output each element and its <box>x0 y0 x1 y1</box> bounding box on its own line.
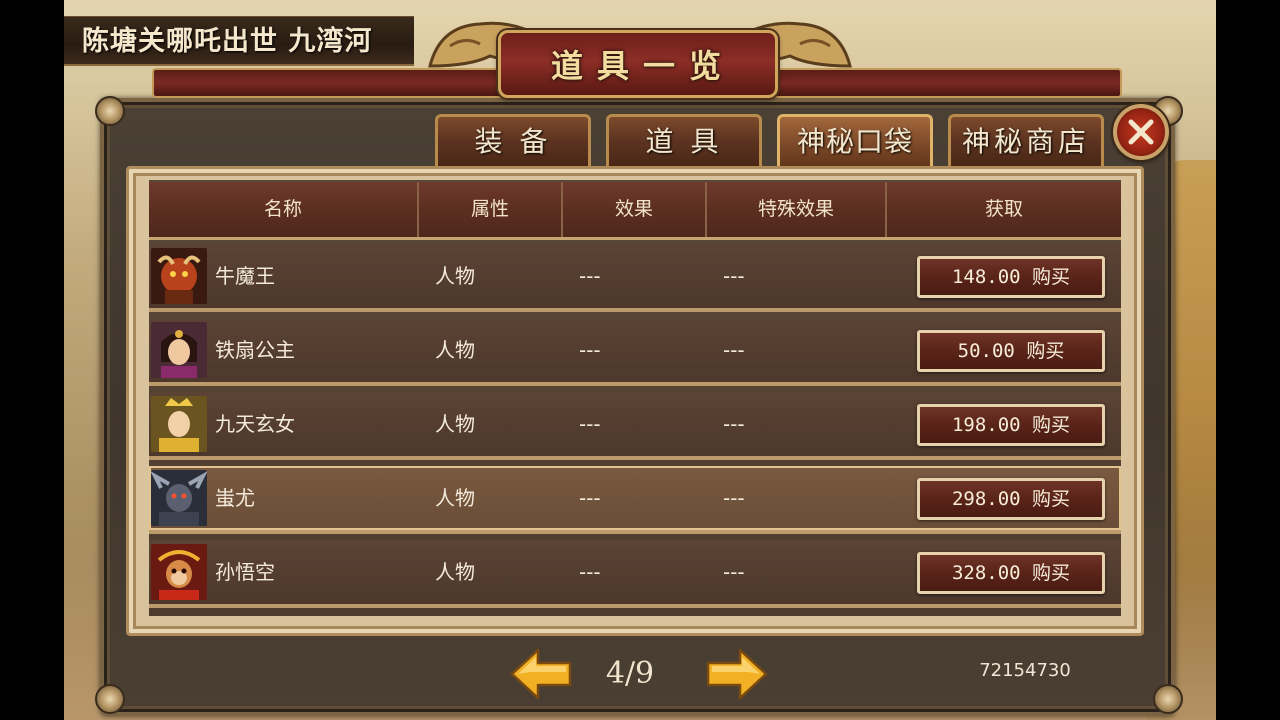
item-effect: --- <box>579 338 601 362</box>
nine-heavens-maiden-portrait <box>151 396 207 452</box>
window-title-plaque: 道具一览 <box>498 30 778 98</box>
item-special-effect: --- <box>723 560 745 584</box>
item-attribute: 人物 <box>435 264 475 288</box>
scene-title: 陈塘关哪吒出世 九湾河 <box>64 16 414 66</box>
table-row[interactable]: 牛魔王 人物 --- --- 148.00 购买 <box>149 244 1121 312</box>
price-label: 50.00 <box>957 340 1015 362</box>
item-attribute: 人物 <box>435 486 475 510</box>
buy-label: 购买 <box>1032 562 1071 584</box>
item-name: 九天玄女 <box>215 412 295 436</box>
bull-demon-king-portrait <box>151 248 207 304</box>
buy-button[interactable]: 148.00 购买 <box>917 256 1105 298</box>
table-row-selected[interactable]: 蚩尤 人物 --- --- 298.00 购买 <box>149 466 1121 534</box>
item-name: 蚩尤 <box>215 486 255 510</box>
tab-mystery-bag[interactable]: 神秘口袋 <box>777 114 933 166</box>
column-header-special-effect: 特殊效果 <box>707 182 887 237</box>
price-label: 298.00 <box>951 488 1021 510</box>
item-name: 孙悟空 <box>215 560 275 584</box>
buy-label: 购买 <box>1032 488 1071 510</box>
item-effect: --- <box>579 264 601 288</box>
page-indicator: 4/9 <box>605 656 655 691</box>
table-row[interactable]: 铁扇公主 人物 --- --- 50.00 购买 <box>149 318 1121 386</box>
item-effect: --- <box>579 560 601 584</box>
table-row[interactable]: 孙悟空 人物 --- --- 328.00 购买 <box>149 540 1121 608</box>
buy-button[interactable]: 198.00 购买 <box>917 404 1105 446</box>
buy-button[interactable]: 298.00 购买 <box>917 478 1105 520</box>
close-button[interactable] <box>1113 104 1169 160</box>
item-special-effect: --- <box>723 486 745 510</box>
frame-corner-ornament <box>1153 684 1183 714</box>
item-special-effect: --- <box>723 338 745 362</box>
item-special-effect: --- <box>723 412 745 436</box>
item-effect: --- <box>579 412 601 436</box>
price-label: 328.00 <box>951 562 1021 584</box>
buy-label: 购买 <box>1026 340 1065 362</box>
chiyou-portrait <box>151 470 207 526</box>
player-id: 72154730 <box>979 660 1071 681</box>
item-attribute: 人物 <box>435 338 475 362</box>
price-label: 148.00 <box>951 266 1021 288</box>
window-title: 道具一览 <box>550 47 735 85</box>
close-icon <box>1128 119 1154 145</box>
item-attribute: 人物 <box>435 560 475 584</box>
buy-label: 购买 <box>1032 266 1071 288</box>
column-header-obtain: 获取 <box>984 198 1023 220</box>
buy-label: 购买 <box>1032 414 1071 436</box>
column-header-name: 名称 <box>149 182 419 237</box>
item-special-effect: --- <box>723 264 745 288</box>
table-row[interactable]: 九天玄女 人物 --- --- 198.00 购买 <box>149 392 1121 460</box>
item-name: 牛魔王 <box>215 264 275 288</box>
tab-mystery-shop[interactable]: 神秘商店 <box>948 114 1104 166</box>
previous-page-arrow-icon[interactable] <box>510 648 572 700</box>
table-header: 名称 属性 效果 特殊效果 获取 <box>149 182 1121 240</box>
item-name: 铁扇公主 <box>215 338 295 362</box>
buy-button[interactable]: 328.00 购买 <box>917 552 1105 594</box>
buy-button[interactable]: 50.00 购买 <box>917 330 1105 372</box>
column-header-attribute: 属性 <box>419 182 563 237</box>
column-header-effect: 效果 <box>563 182 707 237</box>
item-effect: --- <box>579 486 601 510</box>
iron-fan-princess-portrait <box>151 322 207 378</box>
tab-items[interactable]: 道 具 <box>606 114 762 166</box>
item-attribute: 人物 <box>435 412 475 436</box>
next-page-arrow-icon[interactable] <box>706 648 768 700</box>
sun-wukong-portrait <box>151 544 207 600</box>
price-label: 198.00 <box>951 414 1021 436</box>
tab-equipment[interactable]: 装 备 <box>435 114 591 166</box>
frame-corner-ornament <box>95 684 125 714</box>
frame-corner-ornament <box>95 96 125 126</box>
